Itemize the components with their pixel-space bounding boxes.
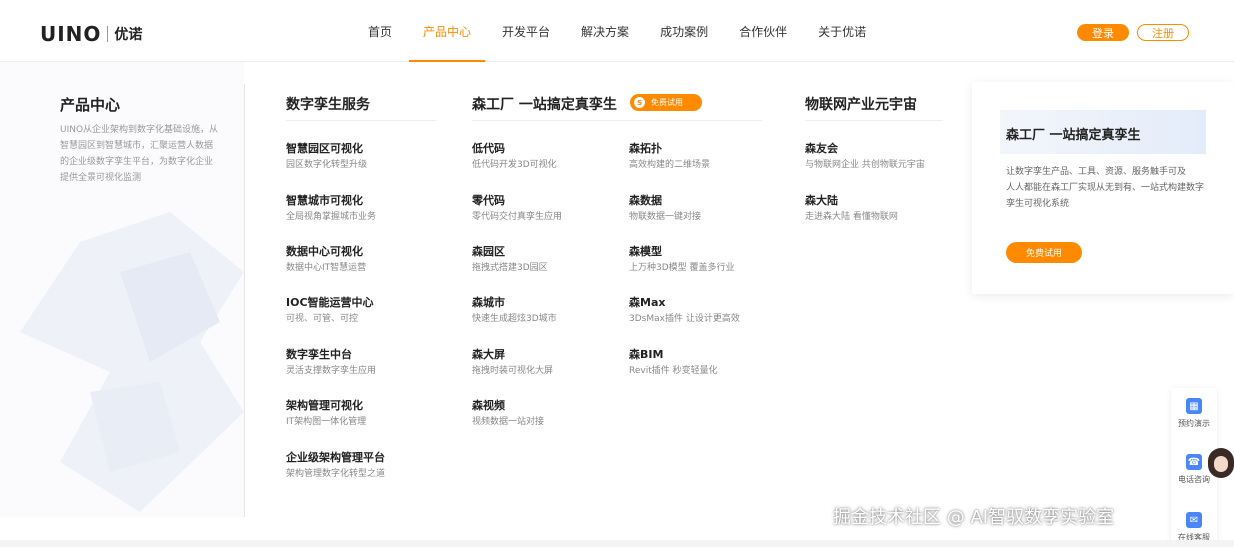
nav-dev-platform[interactable]: 开发平台 [502, 0, 550, 62]
nav-solutions[interactable]: 解决方案 [581, 0, 629, 62]
menu-item-ioc[interactable]: IOC智能运营中心 可视、可管、可控 [286, 296, 436, 325]
online-service-button[interactable]: ✉ 在线客服 [1171, 512, 1217, 543]
nav-about[interactable]: 关于优诺 [818, 0, 866, 62]
menu-item-sen-city[interactable]: 森城市 快速生成超炫3D城市 [472, 296, 622, 325]
promo-header: 森工厂 一站搞定真孪生 [1000, 110, 1206, 154]
menu-item-sen-bim[interactable]: 森BIM Revit插件 秒变轻量化 [629, 348, 779, 377]
promo-line-2: 人人都能在森工厂实现从无到有、一站式构建数字孪生可视化系统 [1006, 183, 1205, 209]
heading-underline [472, 120, 762, 121]
customer-service-avatar[interactable] [1208, 448, 1234, 478]
menu-item-zero-code[interactable]: 零代码 零代码交付真孪生应用 [472, 194, 622, 223]
intro-description: UINO从企业架构到数字化基础设施，从智慧园区到智慧城市，汇聚运营人数据的企业级… [60, 125, 219, 183]
sen-logo-icon: S [634, 97, 645, 108]
menu-item-sen-video[interactable]: 森视频 视频数据一站对接 [472, 399, 622, 428]
site-watermark: 掘金技术社区 @ AI智驭数孪实验室 [833, 507, 1115, 528]
nav-product-center[interactable]: 产品中心 [409, 0, 486, 62]
menu-item-sen-topology[interactable]: 森拓扑 高效构建的二维场景 [629, 142, 779, 171]
decorative-graphic [20, 212, 244, 512]
promo-free-trial-button[interactable]: 免费试用 [1006, 242, 1082, 263]
menu-item-low-code[interactable]: 低代码 低代码开发3D可视化 [472, 142, 622, 171]
menu-item-enterprise-architecture[interactable]: 企业级架构管理平台 架构管理数字化转型之道 [286, 451, 436, 480]
calendar-icon: ▦ [1186, 398, 1202, 414]
book-demo-button[interactable]: ▦ 预约演示 [1171, 398, 1217, 429]
menu-item-data-center[interactable]: 数据中心可视化 数据中心IT智慧运营 [286, 245, 436, 274]
column-divider [244, 84, 245, 517]
promo-title: 森工厂 一站搞定真孪生 [1006, 128, 1141, 143]
menu-item-sen-continent[interactable]: 森大陆 走进森大陆 看懂物联网 [805, 194, 955, 223]
nav-partners[interactable]: 合作伙伴 [739, 0, 787, 62]
heading-underline [286, 120, 436, 121]
menu-item-twin-platform[interactable]: 数字孪生中台 灵活支撑数字孪生应用 [286, 348, 436, 377]
menu-item-sen-park[interactable]: 森园区 拖拽式搭建3D园区 [472, 245, 622, 274]
logo-wordmark: UINO [40, 22, 102, 46]
chat-icon: ✉ [1186, 512, 1202, 528]
product-mega-menu: 产品中心 UINO从企业架构到数字化基础设施，从智慧园区到智慧城市，汇聚运营人数… [0, 62, 1234, 540]
logo-divider [107, 26, 109, 42]
page-bottom-strip [0, 540, 1234, 547]
phone-icon: ☎ [1186, 454, 1202, 470]
avatar-face [1214, 456, 1228, 472]
menu-item-sen-model[interactable]: 森模型 上万种3D模型 覆盖多行业 [629, 245, 779, 274]
intro-column: 产品中心 UINO从企业架构到数字化基础设施，从智慧园区到智慧城市，汇聚运营人数… [0, 62, 244, 517]
promo-line-1: 让数字孪生产品、工具、资源、服务触手可及 [1006, 167, 1187, 177]
iot-heading: 物联网产业元宇宙 [805, 97, 917, 113]
menu-item-smart-city[interactable]: 智慧城市可视化 全局视角掌握城市业务 [286, 194, 436, 223]
nav-cases[interactable]: 成功案例 [660, 0, 708, 62]
heading-underline [805, 120, 943, 121]
nav-home[interactable]: 首页 [368, 0, 392, 62]
top-header: UINO 优诺 首页 产品中心 开发平台 解决方案 成功案例 合作伙伴 关于优诺… [0, 0, 1234, 62]
promo-description: 让数字孪生产品、工具、资源、服务触手可及 人人都能在森工厂实现从无到有、一站式构… [1006, 164, 1206, 212]
intro-title: 产品中心 [60, 96, 121, 114]
menu-item-sen-data[interactable]: 森数据 物联数据一键对接 [629, 194, 779, 223]
free-trial-badge[interactable]: S 免费试用 [630, 94, 702, 111]
menu-item-architecture-viz[interactable]: 架构管理可视化 IT架构图一体化管理 [286, 399, 436, 428]
badge-label: 免费试用 [651, 98, 683, 107]
brand-logo[interactable]: UINO 优诺 [40, 22, 142, 46]
twin-services-heading: 数字孪生服务 [286, 97, 370, 113]
login-button[interactable]: 登录 [1077, 24, 1129, 41]
menu-item-sen-max[interactable]: 森Max 3DsMax插件 让设计更高效 [629, 296, 779, 325]
register-button[interactable]: 注册 [1137, 24, 1189, 41]
factory-promo-card: 森工厂 一站搞定真孪生 让数字孪生产品、工具、资源、服务触手可及 人人都能在森工… [972, 82, 1234, 294]
menu-item-smart-park[interactable]: 智慧园区可视化 园区数字化转型升级 [286, 142, 436, 171]
main-nav: 首页 产品中心 开发平台 解决方案 成功案例 合作伙伴 关于优诺 [368, 0, 897, 62]
menu-item-sen-club[interactable]: 森友会 与物联网企业 共创物联元宇宙 [805, 142, 955, 171]
logo-chinese-name: 优诺 [114, 27, 143, 43]
menu-item-sen-screen[interactable]: 森大屏 拖拽时装可视化大屏 [472, 348, 622, 377]
factory-heading: 森工厂 一站搞定真孪生 [472, 97, 617, 113]
